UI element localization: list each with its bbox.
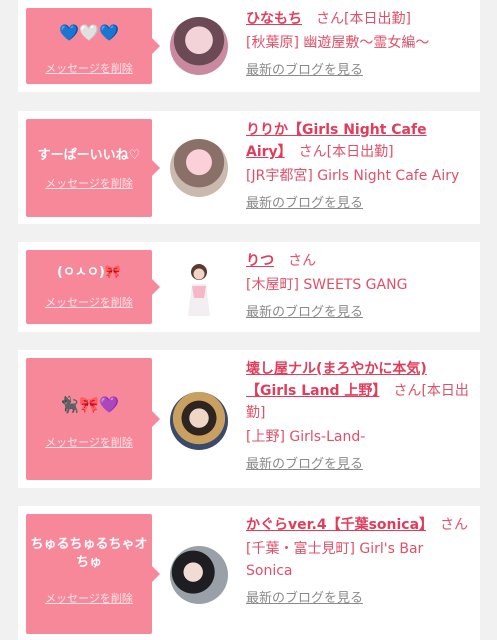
message-bubble: (ㅇㅅㅇ)🎀 メッセージを削除 <box>26 250 160 324</box>
avatar[interactable] <box>170 258 228 316</box>
avatar[interactable] <box>170 17 228 75</box>
cast-name-link[interactable]: かぐらver.4【千葉sonica】 <box>246 517 426 533</box>
delete-message-link[interactable]: メッセージを削除 <box>26 590 152 606</box>
message-bubble: 💙🤍💙 メッセージを削除 <box>26 8 160 84</box>
cast-info: かぐらver.4【千葉sonica】 さん [千葉・富士見町] Girl's B… <box>246 514 472 610</box>
message-text: (ㅇㅅㅇ)🎀 <box>57 265 121 280</box>
message-text: 🐈‍⬛🎀💜 <box>59 395 119 414</box>
cast-info: りりか【Girls Night Cafe Airy】 さん[本日出勤] [JR宇… <box>246 119 472 215</box>
delete-message-link[interactable]: メッセージを削除 <box>26 175 152 191</box>
message-bubble: 🐈‍⬛🎀💜 メッセージを削除 <box>26 358 160 480</box>
cast-info: 壊し屋ナル(まろやかに本気)【Girls Land 上野】 さん[本日出勤] [… <box>246 358 472 476</box>
shop-label: [木屋町] SWEETS GANG <box>246 277 408 293</box>
person-photo-icon <box>188 264 210 316</box>
delete-message-link[interactable]: メッセージを削除 <box>26 294 152 310</box>
shop-label: [JR宇都宮] Girls Night Cafe Airy <box>246 168 460 184</box>
avatar[interactable] <box>170 546 228 604</box>
message-bubble: すーぱーいいね♡ メッセージを削除 <box>26 119 160 217</box>
message-bubble: ちゅるちゅるちゃオちゅ メッセージを削除 <box>26 514 160 634</box>
message-card: (ㅇㅅㅇ)🎀 メッセージを削除 りつ さん [木屋町] SWEETS GANG … <box>18 242 480 332</box>
message-card: すーぱーいいね♡ メッセージを削除 りりか【Girls Night Cafe A… <box>18 111 480 224</box>
work-status: [本日出勤] <box>326 144 394 160</box>
name-suffix: さん <box>316 11 344 27</box>
shop-label: [秋葉原] 幽遊屋敷〜霊女編〜 <box>246 35 430 51</box>
name-suffix: さん <box>440 517 469 533</box>
work-status: [本日出勤] <box>344 11 411 27</box>
avatar[interactable] <box>170 139 228 197</box>
delete-message-link[interactable]: メッセージを削除 <box>26 60 152 76</box>
name-suffix: さん <box>288 253 317 269</box>
cast-info: りつ さん [木屋町] SWEETS GANG 最新のブログを見る <box>246 250 472 324</box>
shop-label: [千葉・富士見町] Girl's Bar Sonica <box>246 541 424 579</box>
cast-name-link[interactable]: りつ <box>246 253 274 269</box>
view-blog-link[interactable]: 最新のブログを見る <box>246 302 472 324</box>
delete-message-link[interactable]: メッセージを削除 <box>26 434 152 450</box>
view-blog-link[interactable]: 最新のブログを見る <box>246 193 472 215</box>
avatar[interactable] <box>170 392 228 450</box>
message-text: ちゅるちゅるちゃオちゅ <box>30 537 148 570</box>
message-text: すーぱーいいね♡ <box>37 148 141 163</box>
message-card: 💙🤍💙 メッセージを削除 ひなもち さん[本日出勤] [秋葉原] 幽遊屋敷〜霊女… <box>18 0 480 92</box>
view-blog-link[interactable]: 最新のブログを見る <box>246 588 472 610</box>
name-suffix: さん <box>298 144 327 160</box>
message-text: 💙🤍💙 <box>59 23 119 42</box>
message-card: ちゅるちゅるちゃオちゅ メッセージを削除 かぐらver.4【千葉sonica】 … <box>18 506 480 640</box>
message-card: 🐈‍⬛🎀💜 メッセージを削除 壊し屋ナル(まろやかに本気)【Girls Land… <box>18 350 480 488</box>
name-suffix: さん <box>393 383 422 399</box>
shop-label: [上野] Girls-Land- <box>246 429 366 445</box>
view-blog-link[interactable]: 最新のブログを見る <box>246 454 472 476</box>
cast-info: ひなもち さん[本日出勤] [秋葉原] 幽遊屋敷〜霊女編〜 最新のブログを見る <box>246 8 472 82</box>
view-blog-link[interactable]: 最新のブログを見る <box>246 60 472 82</box>
cast-name-link[interactable]: ひなもち <box>246 11 302 27</box>
